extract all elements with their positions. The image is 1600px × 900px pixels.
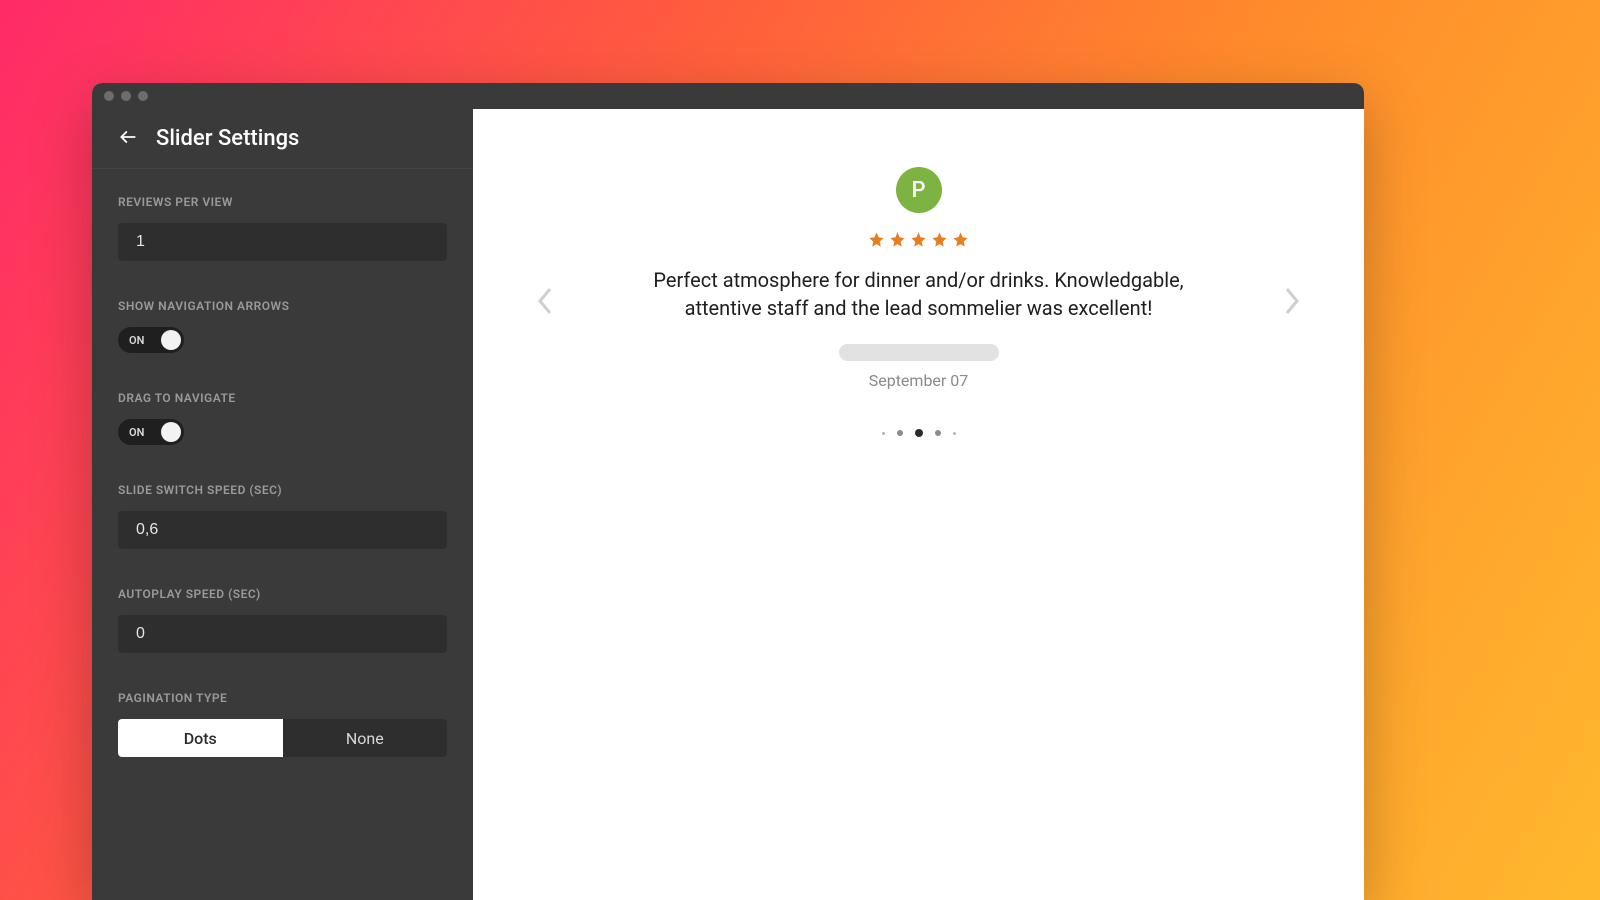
field-label: PAGINATION TYPE bbox=[118, 691, 447, 705]
show-nav-arrows-toggle[interactable]: ON bbox=[118, 327, 184, 353]
star-icon bbox=[931, 231, 948, 252]
field-autoplay-speed: AUTOPLAY SPEED (SEC) bbox=[118, 587, 447, 653]
review-card: P Perfect atmosphere for dinner and/or d… bbox=[579, 167, 1259, 390]
slide-switch-speed-input[interactable] bbox=[118, 511, 447, 549]
star-icon bbox=[889, 231, 906, 252]
preview-pane: P Perfect atmosphere for dinner and/or d… bbox=[473, 109, 1364, 900]
pagination-dots-button[interactable]: Dots bbox=[118, 719, 283, 757]
next-slide-button[interactable] bbox=[1278, 285, 1304, 321]
app-window: Slider Settings REVIEWS PER VIEW SHOW NA… bbox=[92, 83, 1364, 900]
window-titlebar bbox=[92, 83, 1364, 109]
toggle-knob bbox=[161, 330, 181, 350]
chevron-right-icon bbox=[1278, 285, 1304, 317]
field-label: SLIDE SWITCH SPEED (SEC) bbox=[118, 483, 447, 497]
field-pagination-type: PAGINATION TYPE Dots None bbox=[118, 691, 447, 757]
pagination-dot[interactable] bbox=[882, 432, 885, 435]
sidebar-title: Slider Settings bbox=[156, 126, 299, 151]
review-text: Perfect atmosphere for dinner and/or dri… bbox=[619, 266, 1219, 322]
reviewer-name-placeholder bbox=[839, 344, 999, 361]
field-label: SHOW NAVIGATION ARROWS bbox=[118, 299, 447, 313]
traffic-light-zoom[interactable] bbox=[138, 91, 148, 101]
field-label: REVIEWS PER VIEW bbox=[118, 195, 447, 209]
field-show-nav-arrows: SHOW NAVIGATION ARROWS ON bbox=[118, 299, 447, 353]
reviews-per-view-input[interactable] bbox=[118, 223, 447, 261]
pagination-dot[interactable] bbox=[897, 430, 903, 436]
star-rating bbox=[868, 231, 969, 252]
chevron-left-icon bbox=[533, 285, 559, 317]
window-content: Slider Settings REVIEWS PER VIEW SHOW NA… bbox=[92, 109, 1364, 900]
sidebar-header: Slider Settings bbox=[92, 109, 473, 169]
star-icon bbox=[868, 231, 885, 252]
star-icon bbox=[910, 231, 927, 252]
toggle-on-label: ON bbox=[129, 426, 144, 439]
pagination-dot[interactable] bbox=[935, 430, 941, 436]
traffic-light-minimize[interactable] bbox=[121, 91, 131, 101]
traffic-light-close[interactable] bbox=[104, 91, 114, 101]
slider-pagination bbox=[882, 429, 956, 437]
field-reviews-per-view: REVIEWS PER VIEW bbox=[118, 195, 447, 261]
field-label: DRAG TO NAVIGATE bbox=[118, 391, 447, 405]
field-label: AUTOPLAY SPEED (SEC) bbox=[118, 587, 447, 601]
back-button[interactable] bbox=[118, 127, 138, 151]
background-gradient: Slider Settings REVIEWS PER VIEW SHOW NA… bbox=[0, 0, 1600, 900]
toggle-knob bbox=[161, 422, 181, 442]
reviewer-avatar: P bbox=[896, 167, 942, 213]
drag-to-navigate-toggle[interactable]: ON bbox=[118, 419, 184, 445]
prev-slide-button[interactable] bbox=[533, 285, 559, 321]
field-drag-to-navigate: DRAG TO NAVIGATE ON bbox=[118, 391, 447, 445]
pagination-dot-active[interactable] bbox=[915, 429, 923, 437]
autoplay-speed-input[interactable] bbox=[118, 615, 447, 653]
pagination-dot[interactable] bbox=[953, 432, 956, 435]
settings-sidebar: Slider Settings REVIEWS PER VIEW SHOW NA… bbox=[92, 109, 473, 900]
pagination-type-segmented: Dots None bbox=[118, 719, 447, 757]
pagination-none-button[interactable]: None bbox=[283, 719, 448, 757]
arrow-left-icon bbox=[118, 127, 138, 147]
review-date: September 07 bbox=[869, 371, 969, 390]
toggle-on-label: ON bbox=[129, 334, 144, 347]
sidebar-body: REVIEWS PER VIEW SHOW NAVIGATION ARROWS … bbox=[92, 169, 473, 799]
star-icon bbox=[952, 231, 969, 252]
field-slide-switch-speed: SLIDE SWITCH SPEED (SEC) bbox=[118, 483, 447, 549]
